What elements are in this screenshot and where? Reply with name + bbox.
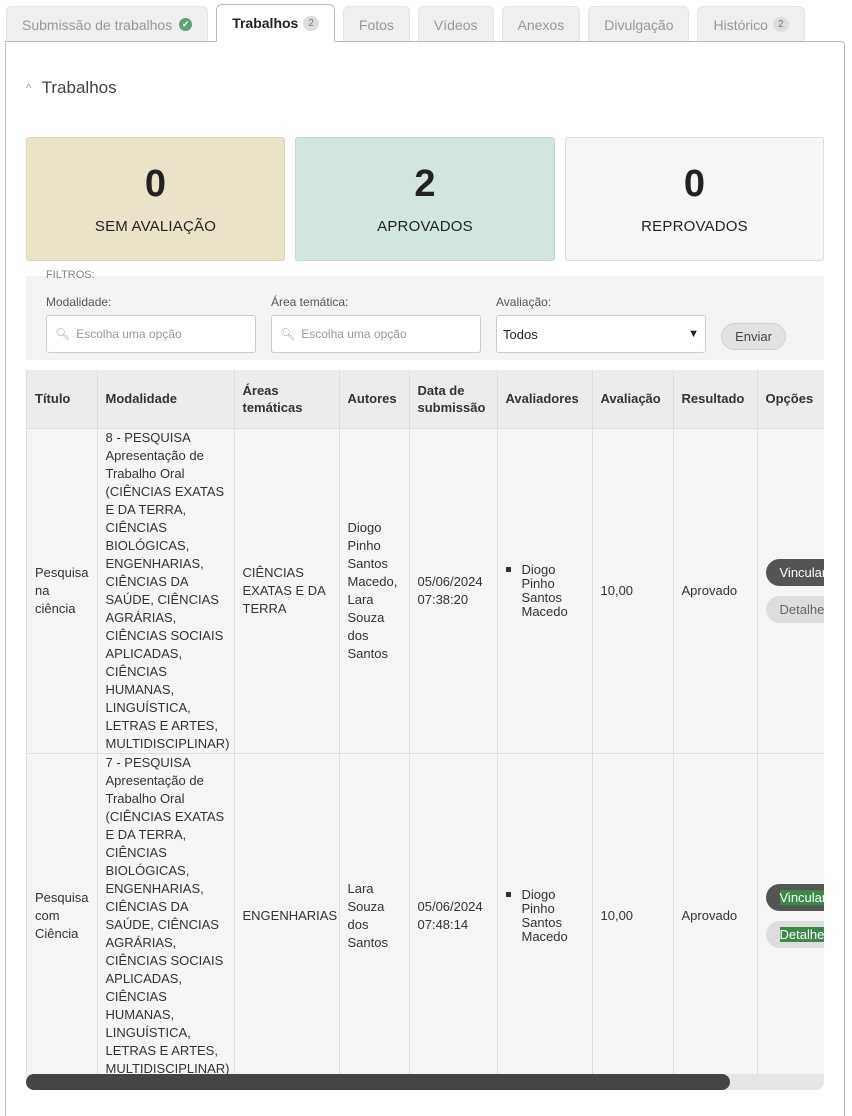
column-header[interactable]: Áreas temáticas xyxy=(234,370,340,429)
scrollbar-thumb[interactable] xyxy=(26,1074,730,1090)
cell-modalidade: 8 - PESQUISA Apresentação de Trabalho Or… xyxy=(97,428,235,754)
tab-bar: Submissão de trabalhos ✔ Trabalhos 2 Fot… xyxy=(6,4,813,42)
modalidade-select[interactable]: 🔍︎ Escolha uma opção xyxy=(46,315,256,353)
filter-modalidade: Modalidade: 🔍︎ Escolha uma opção xyxy=(46,295,256,353)
filter-label: Avaliação: xyxy=(496,295,552,309)
tab-divulgacao[interactable]: Divulgação xyxy=(588,6,690,42)
send-button[interactable]: Enviar xyxy=(721,323,786,350)
table-header-row: Título Modalidade Áreas temáticas Autore… xyxy=(27,370,824,429)
tab-label: Divulgação xyxy=(604,16,674,33)
cell-opcoes: Vincular Detalhes xyxy=(757,753,824,1075)
avaliador-item: Diogo Pinho Santos Macedo xyxy=(522,562,584,619)
chevron-up-icon: ^ xyxy=(26,81,32,95)
stat-value: 0 xyxy=(144,163,167,205)
stat-value: 0 xyxy=(683,163,706,205)
cell-opcoes: Vincular Detalhes xyxy=(757,428,824,754)
cell-avaliadores: Diogo Pinho Santos Macedo xyxy=(497,428,593,754)
cell-avaliacao: 10,00 xyxy=(592,753,674,1075)
stat-label: REPROVADOS xyxy=(641,218,748,235)
tab-label: Anexos xyxy=(517,16,565,33)
stat-label: SEM AVALIAÇÃO xyxy=(94,218,217,235)
trabalhos-table: Título Modalidade Áreas temáticas Autore… xyxy=(27,370,824,1075)
cell-titulo: Pesquisa na ciência xyxy=(27,428,98,754)
cell-data: 05/06/2024 07:48:14 xyxy=(409,753,498,1075)
detalhes-button[interactable]: Detalhes xyxy=(765,920,824,948)
placeholder: Escolha uma opção xyxy=(76,327,182,341)
cell-resultado: Aprovado xyxy=(673,428,758,754)
vincular-button[interactable]: Vincular xyxy=(765,558,824,586)
tab-anexos[interactable]: Anexos xyxy=(501,6,581,42)
filter-avaliacao: Avaliação: Todos ▼ xyxy=(496,295,706,353)
section-toggle[interactable]: ^ Trabalhos xyxy=(26,78,117,98)
avaliadores-list: Diogo Pinho Santos Macedo xyxy=(506,887,584,944)
cell-titulo: Pesquisa com Ciência xyxy=(27,753,98,1075)
tab-label: Vídeos xyxy=(433,16,478,33)
avaliacao-select[interactable]: Todos ▼ xyxy=(496,315,706,353)
stat-label: APROVADOS xyxy=(377,218,473,235)
select-value: Todos xyxy=(503,326,538,342)
filter-label: Área temática: xyxy=(271,295,349,309)
area-select[interactable]: 🔍︎ Escolha uma opção xyxy=(271,315,481,353)
table-row: Pesquisa com Ciência 7 - PESQUISA Aprese… xyxy=(27,753,824,1075)
column-header[interactable]: Resultado xyxy=(673,370,758,429)
table-row: Pesquisa na ciência 8 - PESQUISA Apresen… xyxy=(27,428,824,754)
filter-label: Modalidade: xyxy=(46,295,112,309)
trabalhos-table-container[interactable]: Título Modalidade Áreas temáticas Autore… xyxy=(26,370,824,1075)
column-header[interactable]: Data de submissão xyxy=(409,370,498,429)
cell-avaliadores: Diogo Pinho Santos Macedo xyxy=(497,753,593,1075)
chevron-down-icon: ▼ xyxy=(688,328,699,340)
cell-areas: ENGENHARIAS xyxy=(234,753,340,1075)
cell-modalidade: 7 - PESQUISA Apresentação de Trabalho Or… xyxy=(97,753,235,1075)
stat-value: 2 xyxy=(414,163,436,205)
selection-highlight: Detalhes xyxy=(779,926,824,942)
filters-box: FILTROS: Modalidade: 🔍︎ Escolha uma opçã… xyxy=(26,269,824,360)
tab-label: Fotos xyxy=(358,16,394,33)
tab-submissao[interactable]: Submissão de trabalhos ✔ xyxy=(6,6,209,42)
detalhes-button[interactable]: Detalhes xyxy=(765,595,824,623)
tab-historico[interactable]: Histórico 2 xyxy=(697,6,805,42)
cell-data: 05/06/2024 07:38:20 xyxy=(409,428,498,754)
filters-title: FILTROS: xyxy=(46,269,95,281)
tab-label: Submissão de trabalhos xyxy=(22,16,173,33)
horizontal-scrollbar[interactable] xyxy=(26,1074,824,1090)
stat-card-reprovados: 0 REPROVADOS xyxy=(565,137,824,261)
tab-label: Histórico xyxy=(713,16,768,33)
cell-avaliacao: 10,00 xyxy=(592,428,674,754)
cell-resultado: Aprovado xyxy=(673,753,758,1075)
column-header[interactable]: Avaliadores xyxy=(497,370,593,429)
stat-card-sem-avaliacao: 0 SEM AVALIAÇÃO xyxy=(26,137,285,261)
avaliadores-list: Diogo Pinho Santos Macedo xyxy=(506,562,584,619)
column-header[interactable]: Título xyxy=(27,370,98,429)
stat-card-aprovados: 2 APROVADOS xyxy=(295,137,555,261)
cell-autores: Diogo Pinho Santos Macedo, Lara Souza do… xyxy=(339,428,410,754)
tab-trabalhos[interactable]: Trabalhos 2 xyxy=(216,4,335,42)
column-header[interactable]: Avaliação xyxy=(592,370,674,429)
check-icon: ✔ xyxy=(179,18,193,31)
section-title: Trabalhos xyxy=(41,78,117,97)
column-header[interactable]: Autores xyxy=(339,370,410,429)
column-header[interactable]: Modalidade xyxy=(97,370,235,429)
tab-count-badge: 2 xyxy=(772,17,789,32)
tab-count-badge: 2 xyxy=(303,15,319,31)
vincular-button[interactable]: Vincular xyxy=(765,883,824,911)
search-icon: 🔍︎ xyxy=(55,327,71,341)
filter-area: Área temática: 🔍︎ Escolha uma opção xyxy=(271,295,481,353)
placeholder: Escolha uma opção xyxy=(301,327,407,341)
cell-autores: Lara Souza dos Santos xyxy=(339,753,410,1075)
column-header: Opções xyxy=(757,370,824,429)
tab-label: Trabalhos xyxy=(232,15,299,31)
search-icon: 🔍︎ xyxy=(280,327,296,341)
tab-fotos[interactable]: Fotos xyxy=(342,6,410,42)
tab-videos[interactable]: Vídeos xyxy=(417,6,494,42)
cell-areas: CIÊNCIAS EXATAS E DA TERRA xyxy=(234,428,340,754)
selection-highlight: Vincular xyxy=(779,889,824,905)
avaliador-item: Diogo Pinho Santos Macedo xyxy=(522,887,584,944)
